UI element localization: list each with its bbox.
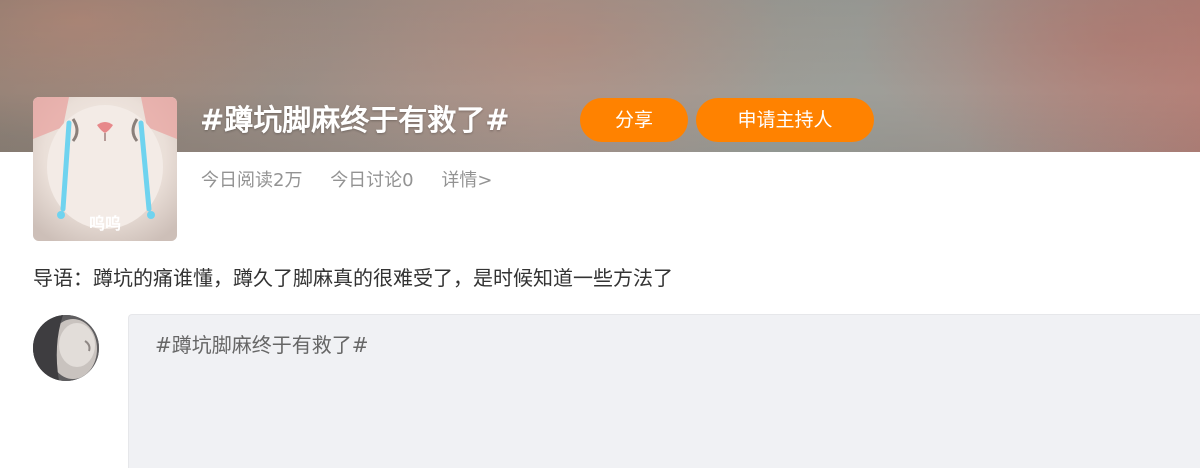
topic-stats: 今日阅读2万 今日讨论0 详情> (201, 166, 514, 196)
details-link[interactable]: 详情> (441, 166, 492, 196)
share-button[interactable]: 分享 (580, 98, 688, 142)
topic-title: #蹲坑脚麻终于有救了# (200, 103, 510, 137)
topic-avatar: 呜呜 (33, 97, 177, 241)
user-avatar[interactable] (33, 315, 99, 381)
user-avatar-image (33, 315, 99, 381)
reads-today: 今日阅读2万 (201, 170, 303, 191)
discussions-today: 今日讨论0 (330, 170, 414, 191)
apply-host-button[interactable]: 申请主持人 (696, 98, 874, 142)
avatar-caption: 呜呜 (89, 214, 121, 233)
composer-input-text[interactable]: #蹲坑脚麻终于有救了# (155, 329, 369, 361)
guide-text: 导语：蹲坑的痛谁懂，蹲久了脚麻真的很难受了，是时候知道一些方法了 (33, 266, 673, 290)
post-composer[interactable]: #蹲坑脚麻终于有救了# (128, 314, 1200, 468)
crying-cat-image: 呜呜 (33, 97, 177, 241)
